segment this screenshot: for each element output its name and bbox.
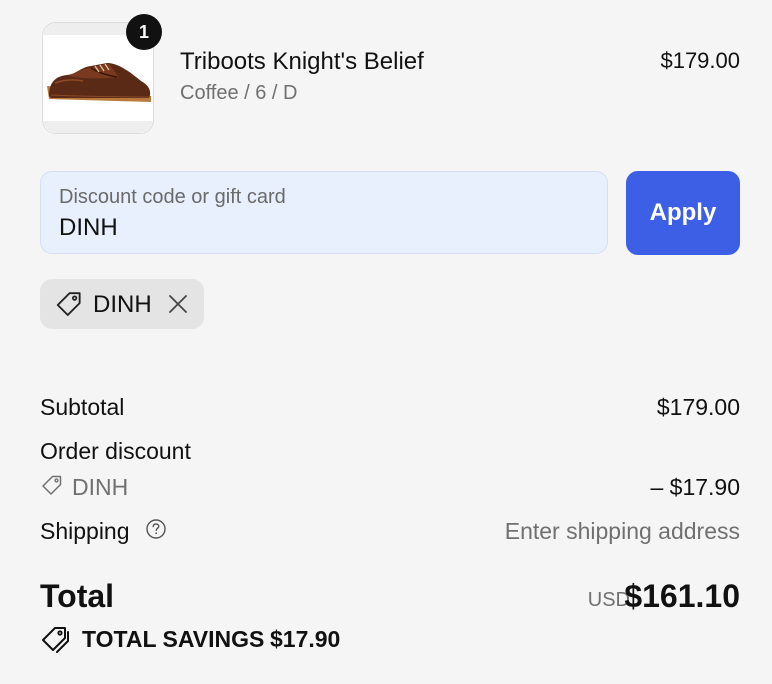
shipping-value: Enter shipping address: [504, 518, 740, 544]
order-discount-label: Order discount: [40, 438, 191, 464]
shipping-label: Shipping: [40, 518, 130, 544]
quantity-badge: 1: [126, 14, 162, 50]
total-savings-amount: $17.90: [270, 626, 341, 652]
product-title: Triboots Knight's Belief: [180, 48, 424, 75]
help-circle-icon[interactable]: [145, 518, 167, 540]
total-amount: $161.10: [624, 578, 740, 614]
subtotal-value: $179.00: [656, 394, 740, 420]
order-discount-value: – $17.90: [650, 474, 740, 500]
subtotal-label: Subtotal: [40, 394, 125, 420]
tags-icon: [42, 627, 69, 653]
close-icon[interactable]: [167, 293, 189, 315]
order-discount-code: DINH: [72, 474, 129, 500]
tag-icon: [42, 475, 62, 495]
discount-field-label: Discount code or gift card: [59, 186, 286, 208]
product-thumbnail: 1: [42, 14, 162, 134]
apply-button[interactable]: Apply: [626, 171, 740, 255]
applied-discount-chip: DINH: [40, 279, 204, 329]
total-label: Total: [40, 578, 115, 614]
total-savings-label: TOTAL SAVINGS: [82, 626, 265, 652]
discount-field-value[interactable]: DINH: [59, 214, 118, 242]
applied-discount-code: DINH: [93, 291, 152, 318]
discount-code-input[interactable]: Discount code or gift card DINH: [40, 171, 608, 254]
product-price: $179.00: [660, 48, 740, 73]
product-variant: Coffee / 6 / D: [180, 82, 298, 104]
tag-icon: [56, 292, 81, 316]
